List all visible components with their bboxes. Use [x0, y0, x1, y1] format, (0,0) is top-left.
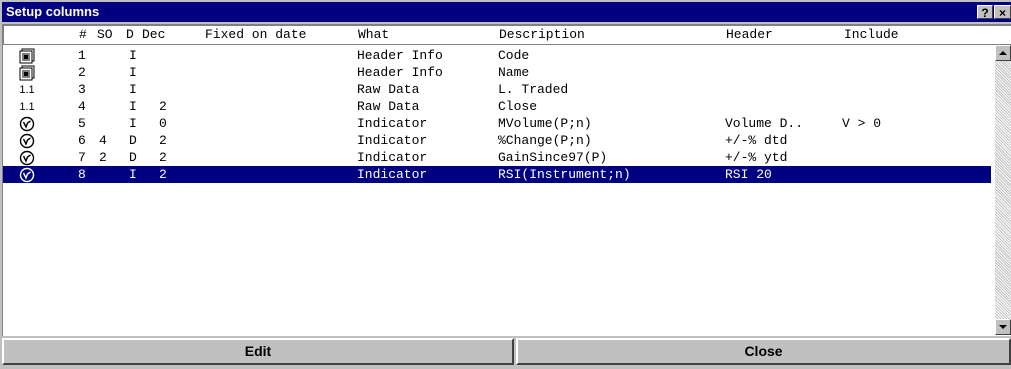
cell-dec: 2	[159, 150, 167, 165]
cell-description: Code	[498, 48, 530, 63]
scroll-down-button[interactable]	[995, 319, 1011, 335]
cell-description: L. Traded	[498, 82, 569, 97]
title-bar[interactable]: Setup columns ? ×	[2, 2, 1011, 22]
cell-d: I	[129, 48, 137, 63]
col-header-so[interactable]: SO	[97, 26, 113, 44]
indicator-icon	[17, 166, 37, 183]
cell-description: Name	[498, 65, 530, 80]
vertical-scrollbar[interactable]	[995, 45, 1011, 335]
cell-so: 4	[99, 133, 107, 148]
col-header-number[interactable]: #	[79, 26, 87, 44]
cell-header: +/-% ytd	[725, 150, 788, 165]
table-row[interactable]: 1.1 3 I Raw Data L. Traded	[3, 81, 991, 98]
header-info-icon	[17, 64, 37, 81]
col-header-dec[interactable]: Dec	[142, 26, 165, 44]
cell-description: RSI(Instrument;n)	[498, 167, 631, 182]
cell-num: 4	[78, 99, 86, 114]
cell-d: I	[129, 65, 137, 80]
cell-what: Indicator	[357, 167, 428, 182]
window-title: Setup columns	[6, 4, 100, 19]
indicator-icon	[17, 132, 37, 149]
table-row[interactable]: 8 I 2 Indicator RSI(Instrument;n) RSI 20	[3, 166, 991, 183]
edit-button[interactable]: Edit	[2, 338, 514, 365]
cell-header: Volume D..	[725, 116, 804, 131]
table-row[interactable]: 7 2 D 2 Indicator GainSince97(P) +/-% ytd	[3, 149, 991, 166]
cell-num: 1	[78, 48, 86, 63]
scroll-down-arrow-icon	[999, 325, 1007, 329]
table-row[interactable]: 5 I 0 Indicator MVolume(P;n) Volume D.. V > 0	[3, 115, 991, 132]
close-window-button[interactable]: ×	[994, 5, 1011, 20]
col-header-include[interactable]: Include	[844, 26, 899, 44]
header-info-icon	[17, 47, 37, 64]
cell-d: I	[129, 82, 137, 97]
raw-data-icon: 1.1	[19, 83, 35, 96]
cell-description: %Change(P;n)	[498, 133, 592, 148]
cell-include: V > 0	[842, 116, 882, 131]
cell-what: Raw Data	[357, 82, 420, 97]
cell-description: MVolume(P;n)	[498, 116, 592, 131]
col-header-description[interactable]: Description	[499, 26, 585, 44]
columns-list[interactable]: 1 I Header Info Code 2 I Header Info Name 1.1 3 I R…	[2, 44, 1011, 336]
table-row[interactable]: 1 I Header Info Code	[3, 47, 991, 64]
cell-what: Indicator	[357, 133, 428, 148]
cell-header: +/-% dtd	[725, 133, 788, 148]
cell-num: 5	[78, 116, 86, 131]
col-header-header[interactable]: Header	[726, 26, 773, 44]
raw-data-icon: 1.1	[19, 100, 35, 113]
cell-d: I	[129, 116, 137, 131]
cell-num: 6	[78, 133, 86, 148]
cell-num: 2	[78, 65, 86, 80]
col-header-fixed-on-date[interactable]: Fixed on date	[205, 26, 306, 44]
indicator-icon	[17, 149, 37, 166]
cell-d: D	[129, 133, 137, 148]
cell-description: GainSince97(P)	[498, 150, 608, 165]
column-header-row: # SO D Dec Fixed on date What Descriptio…	[2, 24, 1011, 44]
cell-dec: 0	[159, 116, 167, 131]
cell-d: I	[129, 99, 137, 114]
setup-columns-window: Setup columns ? × # SO D Dec Fixed on da…	[0, 0, 1011, 369]
indicator-icon	[17, 115, 37, 132]
cell-d: D	[129, 150, 137, 165]
scroll-up-button[interactable]	[995, 45, 1011, 61]
cell-what: Header Info	[357, 48, 443, 63]
close-button[interactable]: Close	[516, 338, 1011, 365]
cell-d: I	[129, 167, 137, 182]
cell-dec: 2	[159, 133, 167, 148]
cell-what: Indicator	[357, 116, 428, 131]
cell-dec: 2	[159, 167, 167, 182]
cell-what: Indicator	[357, 150, 428, 165]
cell-dec: 2	[159, 99, 167, 114]
cell-num: 8	[78, 167, 86, 182]
table-row[interactable]: 6 4 D 2 Indicator %Change(P;n) +/-% dtd	[3, 132, 991, 149]
cell-what: Header Info	[357, 65, 443, 80]
cell-num: 7	[78, 150, 86, 165]
col-header-what[interactable]: What	[358, 26, 389, 44]
table-row[interactable]: 2 I Header Info Name	[3, 64, 991, 81]
cell-header: RSI 20	[725, 167, 772, 182]
cell-description: Close	[498, 99, 538, 114]
help-button[interactable]: ?	[977, 5, 993, 20]
cell-so: 2	[99, 150, 107, 165]
table-row[interactable]: 1.1 4 I 2 Raw Data Close	[3, 98, 991, 115]
col-header-d[interactable]: D	[126, 26, 134, 44]
scroll-up-arrow-icon	[999, 51, 1007, 55]
cell-what: Raw Data	[357, 99, 420, 114]
cell-num: 3	[78, 82, 86, 97]
